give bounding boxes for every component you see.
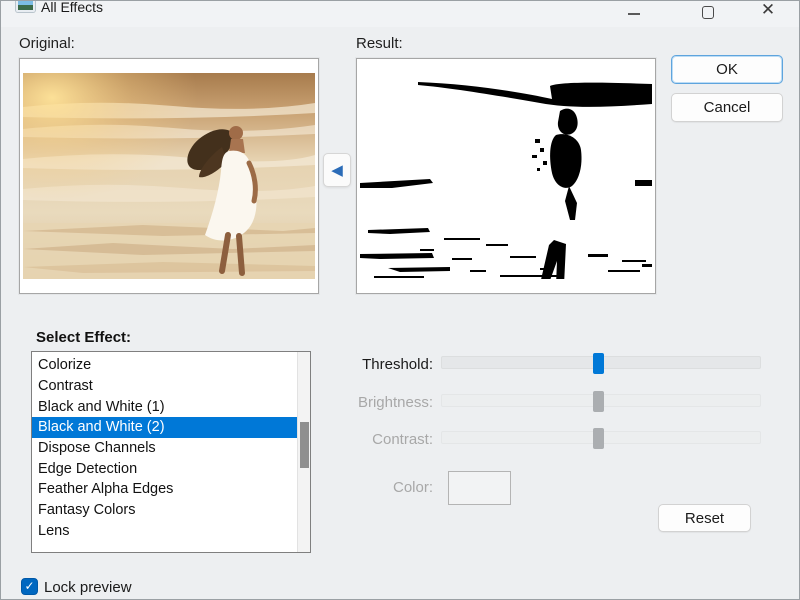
effect-item-black-and-white-2[interactable]: Black and White (2) <box>32 417 297 438</box>
result-label: Result: <box>356 35 403 52</box>
contrast-slider-thumb <box>592 428 604 449</box>
effect-item-black-and-white-1[interactable]: Black and White (1) <box>32 397 297 418</box>
result-preview-panel <box>356 58 656 294</box>
effect-list-scrollbar-thumb[interactable] <box>300 422 309 468</box>
all-effects-dialog: All Effects ✕ Original: Result: ◀ OK Can… <box>0 0 800 600</box>
original-label: Original: <box>19 35 75 52</box>
color-label: Color: <box>392 479 433 496</box>
brightness-slider <box>441 391 761 412</box>
original-preview-panel <box>19 58 319 294</box>
maximize-icon <box>702 6 714 19</box>
brightness-label: Brightness: <box>357 394 433 411</box>
effect-item-edge-detection[interactable]: Edge Detection <box>32 459 297 480</box>
threshold-slider[interactable] <box>441 353 761 374</box>
effect-item-feather-alpha-edges[interactable]: Feather Alpha Edges <box>32 479 297 500</box>
minimize-button[interactable] <box>617 1 651 25</box>
titlebar: All Effects ✕ <box>1 1 799 27</box>
checkmark-icon: ✓ <box>24 579 35 593</box>
effect-item-contrast[interactable]: Contrast <box>32 376 297 397</box>
maximize-button[interactable] <box>691 1 725 25</box>
effect-item-lens[interactable]: Lens <box>32 521 297 542</box>
original-preview-image <box>23 73 315 279</box>
effect-list-scrollbar[interactable] <box>297 352 310 552</box>
lock-preview-checkbox[interactable]: ✓ <box>21 578 38 595</box>
copy-result-arrow-button[interactable]: ◀ <box>323 153 351 187</box>
window-title: All Effects <box>41 0 103 15</box>
contrast-slider <box>441 428 761 449</box>
effect-item-colorize[interactable]: Colorize <box>32 355 297 376</box>
app-image-icon <box>16 1 35 12</box>
ok-button[interactable]: OK <box>671 55 783 84</box>
lock-preview-label: Lock preview <box>44 579 132 596</box>
effect-listbox: Colorize Contrast Black and White (1) Bl… <box>31 351 311 553</box>
threshold-label: Threshold: <box>362 356 433 373</box>
close-button[interactable]: ✕ <box>751 0 785 25</box>
contrast-label: Contrast: <box>372 431 433 448</box>
minimize-icon <box>628 13 640 15</box>
effect-item-fantasy-colors[interactable]: Fantasy Colors <box>32 500 297 521</box>
result-preview-image <box>360 73 652 279</box>
color-swatch <box>448 471 511 505</box>
reset-button[interactable]: Reset <box>658 504 751 532</box>
close-icon: ✕ <box>760 0 776 19</box>
brightness-slider-thumb <box>592 391 604 412</box>
arrow-left-icon: ◀ <box>331 162 343 179</box>
threshold-slider-thumb[interactable] <box>592 353 604 374</box>
effect-item-dispose-channels[interactable]: Dispose Channels <box>32 438 297 459</box>
cancel-button[interactable]: Cancel <box>671 93 783 122</box>
select-effect-label: Select Effect: <box>36 329 132 346</box>
